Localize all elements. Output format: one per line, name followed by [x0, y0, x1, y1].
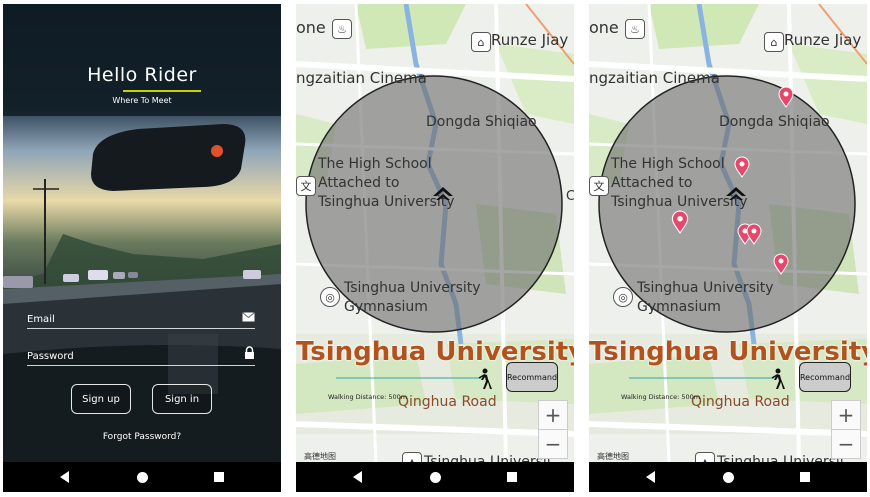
- location-pin-icon[interactable]: [778, 86, 794, 112]
- back-icon[interactable]: [630, 462, 670, 492]
- translate-poi-icon: 文: [589, 176, 609, 196]
- location-pin-icon[interactable]: [734, 156, 750, 182]
- recommend-button[interactable]: Recommand: [799, 362, 851, 392]
- map-label-road: Qinghua Road: [398, 394, 497, 410]
- location-pin-icon[interactable]: [671, 210, 689, 238]
- walking-distance: Walking Distance: 500m: [328, 393, 408, 401]
- location-pin-icon[interactable]: [773, 253, 789, 279]
- title-underline: [123, 90, 201, 92]
- location-pin-icon[interactable]: [746, 223, 762, 249]
- hotel-icon: ⌂: [764, 32, 784, 52]
- map-label-runze: Runze Jiay: [491, 31, 569, 49]
- map-label-cinema: ngzaitian Cinema: [589, 69, 720, 87]
- home-nav-icon[interactable]: [415, 462, 455, 492]
- walking-person-icon: [769, 368, 785, 394]
- back-icon[interactable]: [337, 462, 377, 492]
- gym-poi-icon: ◎: [320, 287, 340, 307]
- map-label-gym-1: Tsinghua University: [344, 280, 481, 296]
- app-subtitle: Where To Meet: [112, 96, 172, 105]
- map-attribution: 高德地图: [304, 452, 336, 461]
- map-label-one: one: [296, 18, 326, 37]
- map-label-road: Qinghua Road: [691, 394, 790, 410]
- map-label-gym-2: Gymnasium: [344, 299, 428, 315]
- map-label-cinema: ngzaitian Cinema: [296, 69, 427, 87]
- map-label-dongda: Dongda Shiqiao: [426, 114, 537, 130]
- email-label: Email: [27, 314, 55, 325]
- system-navbar: [589, 462, 867, 492]
- zoom-out-button[interactable]: −: [831, 429, 861, 459]
- map-screen: one ♨ ⌂ Runze Jiay ngzaitian Cinema Dong…: [296, 4, 574, 492]
- home-icon: [725, 186, 747, 208]
- map-results-screen: one ♨ ⌂ Runze Jiay ngzaitian Cinema Dong…: [589, 4, 867, 492]
- poi-icon: ♨: [332, 19, 352, 39]
- map-label-runze: Runze Jiay: [784, 31, 862, 49]
- recent-apps-icon[interactable]: [785, 462, 825, 492]
- recommend-button[interactable]: Recommand: [506, 362, 558, 392]
- forgot-password-link[interactable]: Forgot Password?: [3, 432, 281, 442]
- lock-icon: [244, 346, 255, 362]
- map-label-gym-1: Tsinghua University: [637, 280, 774, 296]
- map-label-gym-2: Gymnasium: [637, 299, 721, 315]
- signin-button[interactable]: Sign in: [152, 384, 212, 414]
- login-screen: Hello Rider Where To Meet Email Password…: [3, 4, 281, 492]
- translate-poi-icon: 文: [296, 176, 316, 196]
- home-nav-icon[interactable]: [708, 462, 748, 492]
- home-icon: [432, 186, 454, 208]
- walking-person-icon: [476, 368, 492, 394]
- app-title: Hello Rider: [87, 64, 197, 86]
- signup-button[interactable]: Sign up: [71, 384, 131, 414]
- password-label: Password: [27, 351, 74, 362]
- map-label-highschool-1: The High School: [318, 156, 432, 172]
- zoom-in-button[interactable]: +: [831, 400, 861, 430]
- recent-apps-icon[interactable]: [199, 462, 239, 492]
- map-attribution: 高德地图: [597, 452, 629, 461]
- email-field[interactable]: Email: [27, 310, 255, 329]
- back-icon[interactable]: [44, 462, 84, 492]
- poi-icon: ♨: [625, 19, 645, 39]
- map-label-one: one: [589, 18, 619, 37]
- zoom-in-button[interactable]: +: [538, 400, 568, 430]
- hotel-icon: ⌂: [471, 32, 491, 52]
- map-label-edge: C: [566, 189, 574, 204]
- system-navbar: [3, 462, 281, 492]
- map-label-highschool-1: The High School: [611, 156, 725, 172]
- map-label-dongda: Dongda Shiqiao: [719, 114, 830, 130]
- gym-poi-icon: ◎: [613, 287, 633, 307]
- mail-icon: [242, 312, 255, 325]
- password-field[interactable]: Password: [27, 346, 255, 366]
- recent-apps-icon[interactable]: [492, 462, 532, 492]
- map-label-highschool-2: Attached to: [318, 175, 400, 191]
- walking-distance: Walking Distance: 500m: [621, 393, 701, 401]
- home-nav-icon[interactable]: [122, 462, 162, 492]
- map-label-highschool-2: Attached to: [611, 175, 693, 191]
- zoom-out-button[interactable]: −: [538, 429, 568, 459]
- system-navbar: [296, 462, 574, 492]
